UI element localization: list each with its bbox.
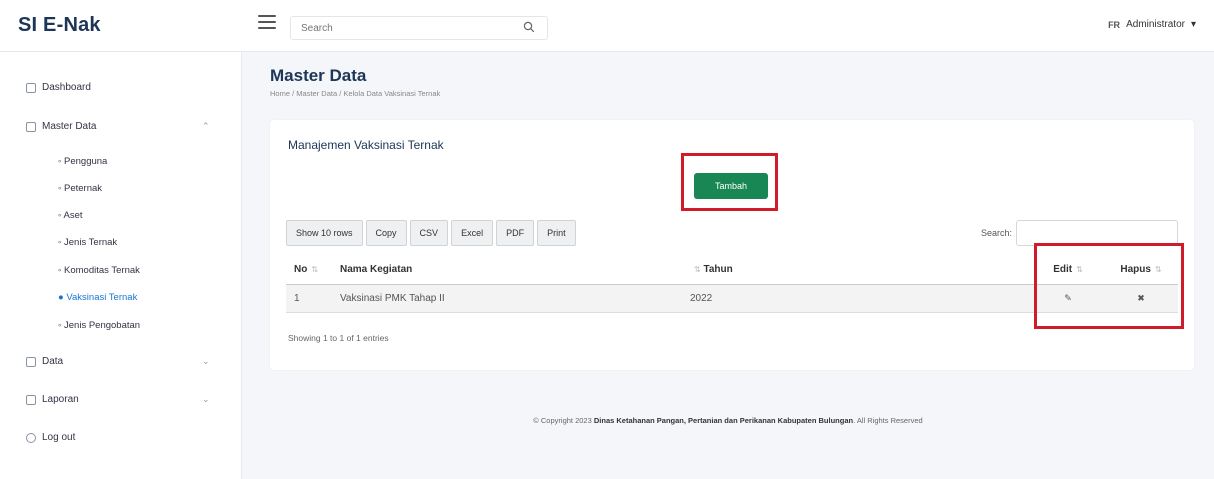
cell-no: 1 — [286, 284, 332, 313]
footer-rights: . All Rights Reserved — [853, 416, 923, 425]
report-icon — [26, 394, 36, 405]
export-toolbar: Show 10 rows Copy CSV Excel PDF Print — [286, 220, 579, 246]
submenu-item-vaksinasi-ternak[interactable]: ● Vaksinasi Ternak — [58, 292, 137, 303]
column-header-tahun[interactable]: ⇅ Tahun — [682, 256, 1032, 285]
breadcrumb-home[interactable]: Home — [270, 89, 290, 98]
brand-logo[interactable]: SI E-Nak — [18, 14, 101, 37]
top-header: SI E-Nak FR Administrator ▾ — [0, 0, 1214, 52]
menu-toggle-icon[interactable] — [258, 15, 276, 31]
column-header-nama[interactable]: Nama Kegiatan — [332, 256, 682, 285]
breadcrumb: Home / Master Data / Kelola Data Vaksina… — [270, 89, 441, 98]
show-rows-button[interactable]: Show 10 rows — [286, 220, 363, 246]
breadcrumb-current: Kelola Data Vaksinasi Ternak — [343, 89, 441, 98]
print-button[interactable]: Print — [537, 220, 576, 246]
submenu-item-peternak[interactable]: ◦ Peternak — [58, 183, 102, 194]
search-input[interactable] — [291, 17, 511, 39]
pdf-button[interactable]: PDF — [496, 220, 535, 246]
table-info: Showing 1 to 1 of 1 entries — [288, 333, 389, 343]
footer-copyright: © Copyright 2023 — [533, 416, 592, 425]
csv-button[interactable]: CSV — [409, 220, 449, 246]
logout-icon — [26, 432, 36, 443]
sort-icon: ⇅ — [311, 265, 319, 275]
database-icon — [26, 121, 36, 132]
grid-icon — [26, 82, 36, 93]
submenu-item-aset[interactable]: ◦ Aset — [58, 210, 83, 221]
search-box — [290, 16, 548, 40]
sidebar-item-dashboard[interactable]: Dashboard — [26, 82, 91, 93]
submenu-item-jenis-ternak[interactable]: ◦ Jenis Ternak — [58, 237, 117, 248]
column-header-no[interactable]: No ⇅ — [286, 256, 332, 285]
sidebar-item-laporan[interactable]: Laporan ⌄ — [26, 394, 210, 405]
sidebar-item-data[interactable]: Data ⌄ — [26, 356, 210, 367]
breadcrumb-master-data[interactable]: Master Data — [296, 89, 337, 98]
copy-button[interactable]: Copy — [365, 220, 407, 246]
submenu-item-komoditas-ternak[interactable]: ◦ Komoditas Ternak — [58, 265, 140, 276]
add-button[interactable]: Tambah — [694, 173, 768, 199]
cell-nama: Vaksinasi PMK Tahap II — [332, 284, 682, 313]
sidebar-item-master-data[interactable]: Master Data ⌃ — [26, 121, 210, 132]
user-menu[interactable]: FR Administrator ▾ — [1108, 19, 1196, 30]
table-search-label: Search: — [980, 228, 1012, 238]
table-icon — [26, 356, 36, 367]
footer-org: Dinas Ketahanan Pangan, Pertanian dan Pe… — [593, 416, 854, 425]
footer: © Copyright 2023 Dinas Ketahanan Pangan,… — [242, 416, 1214, 425]
sidebar: Dashboard Master Data ⌃ ◦ Pengguna ◦ Pet… — [0, 52, 242, 479]
sort-icon: ⇅ — [694, 265, 701, 275]
chevron-down-icon: ⌄ — [202, 356, 210, 366]
user-avatar: FR — [1108, 19, 1121, 30]
submenu-item-jenis-pengobatan[interactable]: ◦ Jenis Pengobatan — [58, 320, 140, 331]
excel-button[interactable]: Excel — [451, 220, 494, 246]
chevron-down-icon: ⌄ — [202, 394, 210, 404]
sidebar-item-logout[interactable]: Log out — [26, 432, 75, 443]
content-card: Manajemen Vaksinasi Ternak Tambah Show 1… — [270, 120, 1194, 370]
page-title: Master Data — [270, 66, 367, 85]
highlight-box-actions — [1034, 243, 1184, 329]
user-name: Administrator — [1126, 19, 1185, 30]
submenu-item-pengguna[interactable]: ◦ Pengguna — [58, 156, 107, 167]
cell-tahun: 2022 — [682, 284, 1032, 313]
search-icon[interactable] — [523, 21, 535, 33]
chevron-up-icon: ⌃ — [202, 121, 210, 131]
card-title: Manajemen Vaksinasi Ternak — [288, 138, 444, 152]
chevron-down-icon: ▾ — [1190, 19, 1196, 30]
